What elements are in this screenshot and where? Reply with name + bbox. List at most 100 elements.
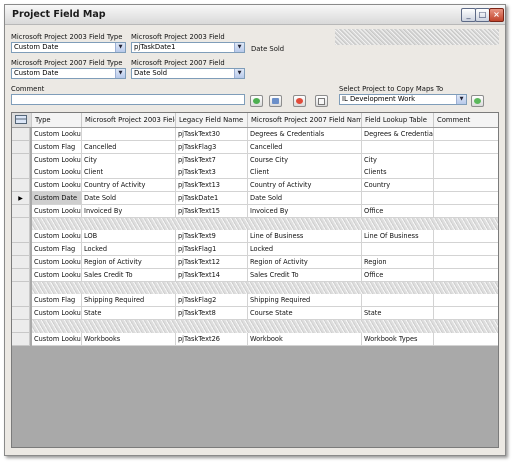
cell-p2003[interactable]: City (82, 153, 176, 167)
row-selector[interactable] (12, 281, 30, 295)
cell-p2007[interactable]: Degrees & Credentials (248, 128, 362, 141)
p2007-field-select[interactable]: Date Sold ▼ (131, 68, 245, 79)
table-row[interactable]: Custom Lookup Country of Activity pjTaskTe… (12, 179, 498, 193)
row-selector[interactable] (12, 128, 30, 141)
table-row[interactable]: Custom Lookup Sales Credit To pjTaskText14… (12, 268, 498, 282)
maximize-button[interactable]: □ (475, 8, 490, 22)
col-type[interactable]: Type (32, 113, 82, 127)
col-lookup-table[interactable]: Field Lookup Table (362, 113, 434, 127)
comment-input[interactable] (11, 94, 245, 105)
title-bar[interactable]: Project Field Map _ □ × (5, 5, 505, 25)
cell-lookup[interactable]: Clients (362, 166, 434, 180)
cell-p2007[interactable]: Locked (248, 243, 362, 257)
close-button[interactable]: × (489, 8, 504, 22)
copy-project-select[interactable]: IL Development Work ▼ (339, 94, 467, 105)
cell-p2003[interactable]: Workbooks (82, 332, 176, 346)
cell-lookup[interactable]: Country (362, 179, 434, 193)
row-selector[interactable] (12, 153, 30, 167)
cell-p2003[interactable]: Country of Activity (82, 179, 176, 193)
cell-p2003[interactable]: LOB (82, 230, 176, 244)
row-selector[interactable] (12, 243, 30, 257)
cell-p2007[interactable]: Workbook (248, 332, 362, 346)
cell-p2003[interactable]: Invoiced By (82, 204, 176, 218)
table-row[interactable]: Custom Lookup Invoiced By pjTaskText15 Invo… (12, 204, 498, 218)
field-map-grid[interactable]: Type Microsoft Project 2003 Field ▲ Lega… (11, 112, 499, 448)
table-row[interactable]: Custom Lookup City pjTaskText7 Course City C… (12, 153, 498, 167)
row-selector[interactable] (12, 294, 30, 308)
cell-lookup[interactable]: Workbook Types (362, 332, 434, 346)
p2003-type-select[interactable]: Custom Date ▼ (11, 42, 126, 53)
cell-type[interactable]: Custom Lookup (32, 230, 82, 244)
add-button[interactable] (250, 95, 263, 107)
table-row[interactable]: Custom Lookup Region of Activity pjTaskTex… (12, 256, 498, 269)
row-selector[interactable] (12, 179, 30, 193)
cell-p2007[interactable]: Client (248, 166, 362, 180)
cell-comment[interactable] (434, 268, 498, 282)
select-all-corner[interactable] (12, 113, 32, 127)
cell-type[interactable]: Custom Flag (32, 294, 82, 308)
cell-legacy[interactable]: pjTaskText15 (176, 204, 248, 218)
row-selector[interactable] (12, 217, 30, 231)
table-row[interactable] (12, 281, 498, 295)
chevron-down-icon[interactable]: ▼ (234, 69, 244, 78)
table-row[interactable] (12, 320, 498, 333)
cell-p2007[interactable]: Line of Business (248, 230, 362, 244)
p2007-type-select[interactable]: Custom Date ▼ (11, 68, 126, 79)
cell-legacy[interactable]: pjTaskText3 (176, 166, 248, 180)
cell-type[interactable]: Custom Flag (32, 140, 82, 154)
save-button[interactable] (269, 95, 282, 107)
delete-button[interactable] (293, 95, 306, 107)
cell-p2007[interactable]: Country of Activity (248, 179, 362, 193)
cell-legacy[interactable]: pjTaskFlag3 (176, 140, 248, 154)
cell-p2003[interactable]: Sales Credit To (82, 268, 176, 282)
cell-lookup[interactable] (362, 243, 434, 257)
cell-lookup[interactable]: Region (362, 256, 434, 269)
cell-comment[interactable] (434, 204, 498, 218)
cell-type[interactable]: Custom Lookup (32, 204, 82, 218)
row-selector[interactable] (12, 268, 30, 282)
row-selector[interactable] (12, 320, 30, 333)
col-legacy-field[interactable]: Legacy Field Name (176, 113, 248, 127)
copy-button[interactable] (315, 95, 328, 107)
cell-type[interactable]: Custom Lookup (32, 307, 82, 321)
minimize-button[interactable]: _ (461, 8, 476, 22)
cell-legacy[interactable]: pjTaskText26 (176, 332, 248, 346)
go-button[interactable] (471, 95, 484, 107)
cell-p2007[interactable]: Course State (248, 307, 362, 321)
table-row[interactable] (12, 217, 498, 231)
cell-lookup[interactable]: City (362, 153, 434, 167)
chevron-down-icon[interactable]: ▼ (115, 69, 125, 78)
table-row[interactable]: Custom Flag Cancelled pjTaskFlag3 Cancelled (12, 140, 498, 154)
cell-lookup[interactable] (362, 140, 434, 154)
col-p2003-field[interactable]: Microsoft Project 2003 Field ▲ (82, 113, 176, 127)
cell-legacy[interactable]: pjTaskText9 (176, 230, 248, 244)
cell-legacy[interactable]: pjTaskFlag2 (176, 294, 248, 308)
col-comment[interactable]: Comment (434, 113, 498, 127)
cell-type[interactable]: Custom Lookup (32, 166, 82, 180)
cell-lookup[interactable]: Line Of Business (362, 230, 434, 244)
cell-comment[interactable] (434, 243, 498, 257)
cell-comment[interactable] (434, 140, 498, 154)
cell-lookup[interactable] (362, 294, 434, 308)
cell-p2007[interactable]: Region of Activity (248, 256, 362, 269)
row-selector[interactable] (12, 256, 30, 269)
cell-p2003[interactable] (82, 128, 176, 141)
cell-p2007[interactable]: Date Sold (248, 192, 362, 205)
table-row[interactable]: ▶ Custom Date Date Sold pjTaskDate1 Date Sol… (12, 192, 498, 205)
cell-type[interactable]: Custom Date (32, 192, 82, 205)
cell-legacy[interactable]: pjTaskText30 (176, 128, 248, 141)
cell-comment[interactable] (434, 192, 498, 205)
cell-p2003[interactable]: Region of Activity (82, 256, 176, 269)
table-row[interactable]: Custom Lookup pjTaskText30 Degrees & Crede… (12, 128, 498, 141)
cell-p2003[interactable]: Client (82, 166, 176, 180)
row-selector[interactable]: ▶ (12, 192, 30, 205)
cell-legacy[interactable]: pjTaskText12 (176, 256, 248, 269)
cell-type[interactable]: Custom Lookup (32, 268, 82, 282)
cell-type[interactable]: Custom Lookup (32, 128, 82, 141)
cell-lookup[interactable]: Office (362, 268, 434, 282)
cell-lookup[interactable] (362, 192, 434, 205)
row-selector[interactable] (12, 166, 30, 180)
cell-p2003[interactable]: Date Sold (82, 192, 176, 205)
cell-p2007[interactable]: Course City (248, 153, 362, 167)
cell-comment[interactable] (434, 332, 498, 346)
